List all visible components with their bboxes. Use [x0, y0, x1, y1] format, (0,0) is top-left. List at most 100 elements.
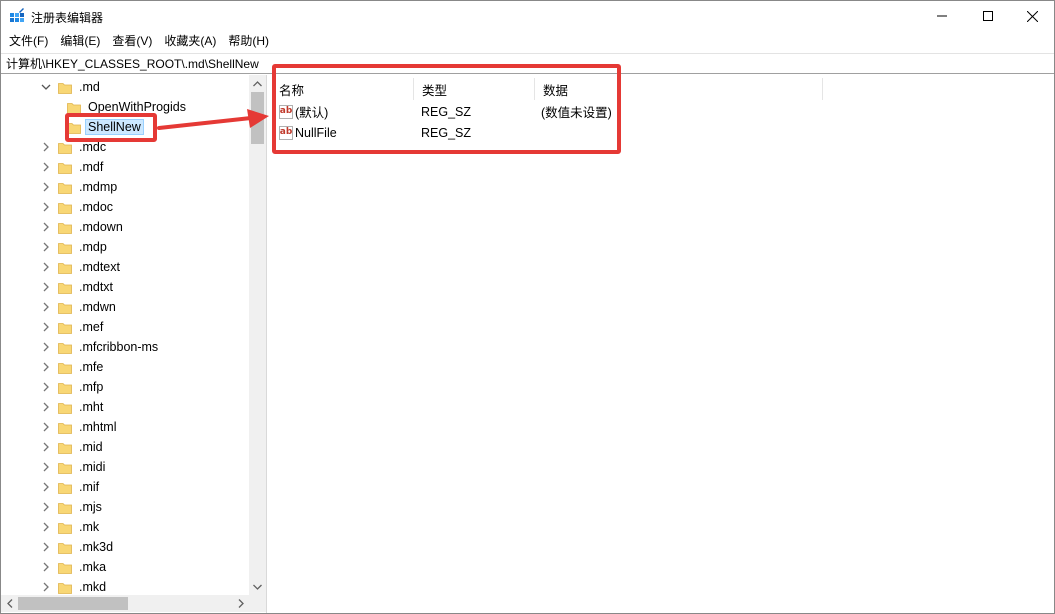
- tree-item[interactable]: .mka: [40, 557, 109, 577]
- tree-item[interactable]: .mdoc: [40, 197, 116, 217]
- folder-icon: [58, 542, 72, 554]
- tree-item[interactable]: .mif: [40, 477, 102, 497]
- folder-icon: [58, 482, 72, 494]
- tree-item[interactable]: .mfe: [40, 357, 106, 377]
- tree-item[interactable]: .md: [40, 77, 103, 97]
- chevron-right-icon[interactable]: [40, 401, 52, 413]
- folder-icon: [58, 222, 72, 234]
- tree-item[interactable]: .mid: [40, 437, 106, 457]
- chevron-right-icon[interactable]: [40, 161, 52, 173]
- close-button[interactable]: [1009, 1, 1055, 31]
- minimize-icon: [937, 15, 947, 17]
- tree-item[interactable]: .midi: [40, 457, 108, 477]
- tree-item[interactable]: .mef: [40, 317, 106, 337]
- folder-icon: [58, 142, 72, 154]
- tree-vertical-scrollbar[interactable]: [249, 75, 266, 595]
- tree-item[interactable]: .mdp: [40, 237, 110, 257]
- chevron-right-icon[interactable]: [40, 141, 52, 153]
- chevron-right-icon[interactable]: [40, 541, 52, 553]
- chevron-right-icon[interactable]: [40, 521, 52, 533]
- tree-item-label: .mjs: [79, 500, 102, 514]
- chevron-right-icon[interactable]: [40, 221, 52, 233]
- chevron-right-icon[interactable]: [40, 461, 52, 473]
- tree-item[interactable]: .mfp: [40, 377, 106, 397]
- folder-icon: [58, 322, 72, 334]
- chevron-right-icon[interactable]: [40, 261, 52, 273]
- scroll-left-icon[interactable]: [1, 595, 18, 612]
- tree-item[interactable]: .mdtext: [40, 257, 123, 277]
- key-tree-pane: .md OpenWithProgids ShellNew .mdc .mdf .mdmp.…: [1, 75, 267, 613]
- chevron-down-icon[interactable]: [40, 81, 52, 93]
- menu-edit[interactable]: 编辑(E): [54, 31, 106, 52]
- horizontal-scroll-thumb[interactable]: [18, 597, 128, 610]
- tree-item[interactable]: .mk: [40, 517, 102, 537]
- tree-item[interactable]: .mjs: [40, 497, 105, 517]
- folder-icon: [58, 402, 72, 414]
- tree-item[interactable]: .mhtml: [40, 417, 120, 437]
- maximize-button[interactable]: [965, 1, 1011, 31]
- folder-icon: [58, 502, 72, 514]
- tree-item-label: .mfp: [79, 380, 104, 394]
- tree-item-label: .mdtxt: [79, 280, 114, 294]
- chevron-right-icon[interactable]: [40, 561, 52, 573]
- chevron-right-icon[interactable]: [40, 301, 52, 313]
- menu-help[interactable]: 帮助(H): [222, 31, 275, 52]
- tree-item-label: .mdown: [79, 220, 123, 234]
- chevron-right-icon[interactable]: [40, 361, 52, 373]
- chevron-right-icon[interactable]: [40, 441, 52, 453]
- regedit-window: 注册表编辑器 文件(F) 编辑(E) 查看(V) 收藏夹(A) 帮助(H) 计算…: [0, 0, 1055, 614]
- menu-bar: 文件(F) 编辑(E) 查看(V) 收藏夹(A) 帮助(H): [1, 31, 1054, 52]
- regedit-app-icon: [10, 8, 24, 22]
- tree-item-label: .mid: [79, 440, 103, 454]
- chevron-right-icon[interactable]: [40, 501, 52, 513]
- chevron-right-icon[interactable]: [40, 241, 52, 253]
- folder-icon: [58, 442, 72, 454]
- tree-item[interactable]: .mht: [40, 397, 106, 417]
- tree-item-label: .mdmp: [79, 180, 118, 194]
- folder-icon: [58, 302, 72, 314]
- menu-file[interactable]: 文件(F): [3, 31, 54, 52]
- chevron-right-icon[interactable]: [40, 381, 52, 393]
- tree-item-label: .mk3d: [79, 540, 114, 554]
- folder-icon: [58, 342, 72, 354]
- tree-item-label: .mif: [79, 480, 100, 494]
- tree-item[interactable]: .mk3d: [40, 537, 116, 557]
- folder-icon: [58, 202, 72, 214]
- annotation-box-values: [272, 64, 621, 154]
- minimize-button[interactable]: [919, 1, 965, 31]
- chevron-right-icon[interactable]: [40, 481, 52, 493]
- scrollbar-corner: [249, 595, 266, 612]
- vertical-scroll-thumb[interactable]: [251, 92, 264, 144]
- chevron-right-icon[interactable]: [40, 201, 52, 213]
- tree-item-label: .mfcribbon-ms: [79, 340, 159, 354]
- folder-icon: [58, 562, 72, 574]
- scroll-down-icon[interactable]: [249, 578, 266, 595]
- tree-item[interactable]: .mdwn: [40, 297, 119, 317]
- folder-icon: [58, 382, 72, 394]
- tree-item[interactable]: .mdmp: [40, 177, 120, 197]
- tree-item-label: .midi: [79, 460, 106, 474]
- chevron-right-icon[interactable]: [40, 321, 52, 333]
- folder-icon: [58, 82, 72, 94]
- chevron-right-icon[interactable]: [40, 341, 52, 353]
- tree-item-label: .mef: [79, 320, 104, 334]
- chevron-right-icon[interactable]: [40, 581, 52, 593]
- folder-icon: [58, 162, 72, 174]
- chevron-right-icon[interactable]: [40, 281, 52, 293]
- chevron-right-icon[interactable]: [40, 181, 52, 193]
- scroll-up-icon[interactable]: [249, 75, 266, 92]
- tree-item-label: .mdf: [79, 160, 104, 174]
- menu-favorites[interactable]: 收藏夹(A): [158, 31, 222, 52]
- scroll-right-icon[interactable]: [232, 595, 249, 612]
- tree-item[interactable]: .mdown: [40, 217, 126, 237]
- tree-item-label: .md: [79, 80, 100, 94]
- tree-horizontal-scrollbar[interactable]: [1, 595, 266, 612]
- tree-item[interactable]: .mkd: [40, 577, 109, 595]
- chevron-right-icon[interactable]: [40, 421, 52, 433]
- tree-item[interactable]: .mdf: [40, 157, 106, 177]
- tree-item[interactable]: .mfcribbon-ms: [40, 337, 161, 357]
- tree-item-label: .mka: [79, 560, 107, 574]
- menu-view[interactable]: 查看(V): [106, 31, 158, 52]
- tree-item[interactable]: .mdtxt: [40, 277, 116, 297]
- folder-icon: [58, 462, 72, 474]
